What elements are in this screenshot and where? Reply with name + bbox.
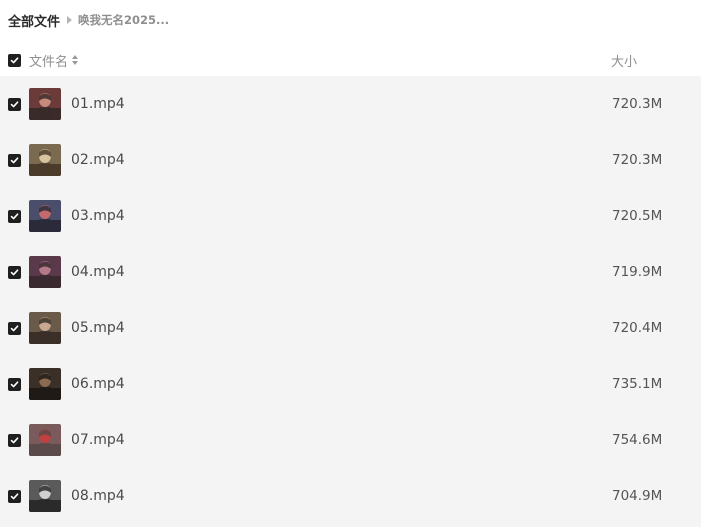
file-name[interactable]: 02.mp4 bbox=[71, 152, 125, 168]
file-size: 719.9M bbox=[612, 264, 663, 280]
file-size: 720.5M bbox=[612, 208, 663, 224]
file-name[interactable]: 03.mp4 bbox=[71, 208, 125, 224]
file-row[interactable]: 06.mp4 735.1M bbox=[0, 356, 701, 412]
file-list: 01.mp4 720.3M 02.mp4 720.3M 03.mp4 720.5M 04.m… bbox=[0, 76, 701, 527]
breadcrumb-root[interactable]: 全部文件 bbox=[8, 11, 60, 30]
video-thumbnail[interactable] bbox=[29, 312, 61, 344]
file-size: 720.3M bbox=[612, 96, 663, 112]
check-icon bbox=[10, 212, 19, 219]
video-thumbnail[interactable] bbox=[29, 200, 61, 232]
check-icon bbox=[10, 268, 19, 275]
file-name[interactable]: 07.mp4 bbox=[71, 432, 125, 448]
file-name[interactable]: 08.mp4 bbox=[71, 488, 125, 504]
video-thumbnail[interactable] bbox=[29, 424, 61, 456]
check-icon bbox=[10, 380, 19, 387]
video-thumbnail[interactable] bbox=[29, 480, 61, 512]
check-icon bbox=[10, 492, 19, 499]
file-checkbox[interactable] bbox=[8, 265, 21, 279]
video-thumbnail[interactable] bbox=[29, 256, 61, 288]
file-checkbox[interactable] bbox=[8, 377, 21, 391]
file-size: 720.4M bbox=[612, 320, 663, 336]
check-icon bbox=[10, 156, 19, 163]
breadcrumb-current: 唤我无名2025... bbox=[78, 13, 170, 27]
breadcrumb-separator-icon bbox=[67, 16, 73, 24]
file-checkbox[interactable] bbox=[8, 97, 21, 111]
check-icon bbox=[10, 100, 19, 107]
file-row[interactable]: 05.mp4 720.4M bbox=[0, 300, 701, 356]
file-size: 704.9M bbox=[612, 488, 663, 504]
file-row[interactable]: 01.mp4 720.3M bbox=[0, 76, 701, 132]
video-thumbnail[interactable] bbox=[29, 88, 61, 120]
file-name[interactable]: 06.mp4 bbox=[71, 376, 125, 392]
video-thumbnail[interactable] bbox=[29, 368, 61, 400]
file-checkbox[interactable] bbox=[8, 153, 21, 167]
check-icon bbox=[10, 436, 19, 443]
column-header-name[interactable]: 文件名 bbox=[29, 51, 79, 70]
file-name[interactable]: 05.mp4 bbox=[71, 320, 125, 336]
file-size: 735.1M bbox=[612, 376, 663, 392]
file-size: 754.6M bbox=[612, 432, 663, 448]
file-checkbox[interactable] bbox=[8, 321, 21, 335]
file-name[interactable]: 01.mp4 bbox=[71, 96, 125, 112]
file-row[interactable]: 07.mp4 754.6M bbox=[0, 412, 701, 468]
file-name[interactable]: 04.mp4 bbox=[71, 264, 125, 280]
file-row[interactable]: 04.mp4 719.9M bbox=[0, 244, 701, 300]
file-row[interactable]: 08.mp4 704.9M bbox=[0, 468, 701, 524]
file-checkbox[interactable] bbox=[8, 209, 21, 223]
breadcrumb: 全部文件 唤我无名2025... bbox=[8, 10, 169, 30]
check-icon bbox=[10, 324, 19, 331]
file-checkbox[interactable] bbox=[8, 433, 21, 447]
check-icon bbox=[10, 56, 19, 63]
list-header: 文件名 大小 bbox=[0, 44, 701, 76]
file-size: 720.3M bbox=[612, 152, 663, 168]
file-checkbox[interactable] bbox=[8, 489, 21, 503]
sort-icon[interactable] bbox=[72, 55, 79, 65]
file-browser: 全部文件 唤我无名2025... 文件名 大小 01.mp4 720.3M 02.m… bbox=[0, 0, 701, 527]
file-row[interactable]: 02.mp4 720.3M bbox=[0, 132, 701, 188]
select-all-checkbox[interactable] bbox=[8, 53, 21, 67]
video-thumbnail[interactable] bbox=[29, 144, 61, 176]
column-header-name-label: 文件名 bbox=[29, 54, 69, 70]
column-header-size[interactable]: 大小 bbox=[611, 51, 637, 70]
file-row[interactable]: 03.mp4 720.5M bbox=[0, 188, 701, 244]
